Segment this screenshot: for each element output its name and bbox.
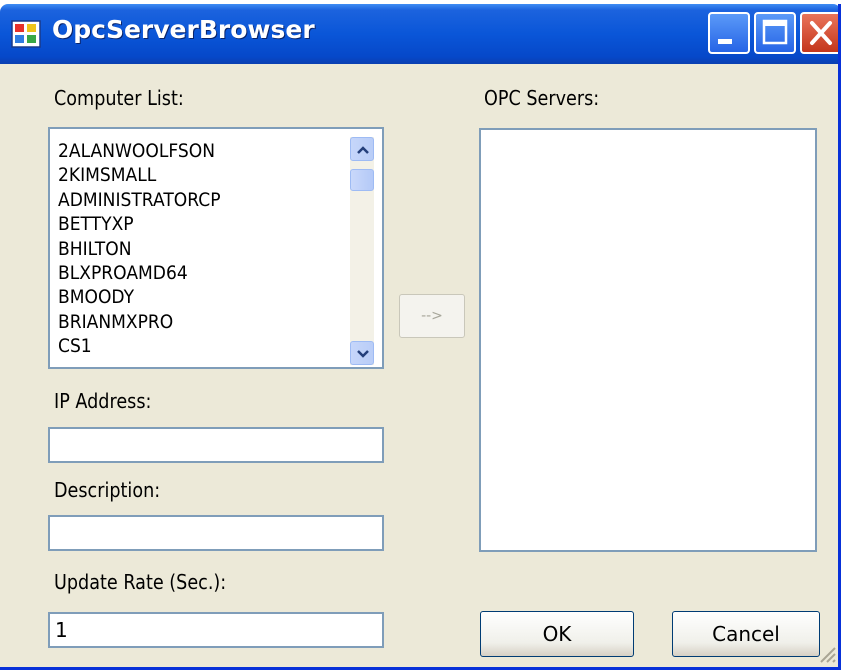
computer-list[interactable]: 2ALANWOOLFSON 2KIMSMALL ADMINISTRATORCP BET…	[48, 127, 384, 369]
opc-servers-label: OPC Servers:	[484, 86, 600, 110]
computer-list-item[interactable]: 2KIMSMALL	[58, 163, 221, 187]
description-input[interactable]	[48, 515, 384, 551]
minimize-icon	[718, 39, 732, 44]
opc-servers-list[interactable]	[479, 128, 817, 552]
computer-list-item[interactable]: BMOODY	[58, 285, 221, 309]
computer-list-item[interactable]: ADMINISTRATORCP	[58, 188, 221, 212]
maximize-button[interactable]	[754, 12, 796, 54]
computer-list-scrollbar[interactable]	[350, 137, 374, 365]
ip-address-label: IP Address:	[54, 389, 152, 413]
scroll-up-button[interactable]	[350, 137, 374, 161]
scroll-down-button[interactable]	[350, 341, 374, 365]
computer-list-item[interactable]: BLXPROAMD64	[58, 261, 221, 285]
app-icon	[11, 20, 41, 48]
window-title: OpcServerBrowser	[52, 15, 315, 44]
update-rate-label: Update Rate (Sec.):	[54, 570, 227, 594]
title-bar[interactable]: OpcServerBrowser	[0, 4, 841, 64]
scroll-thumb[interactable]	[350, 169, 374, 191]
close-icon	[810, 21, 832, 45]
add-server-arrow-button[interactable]: -->	[399, 294, 465, 338]
chevron-down-icon	[357, 350, 369, 358]
computer-list-item[interactable]: CS1	[58, 334, 221, 358]
computer-list-item[interactable]: BRIANMXPRO	[58, 310, 221, 334]
computer-list-item[interactable]: BHILTON	[58, 237, 221, 261]
computer-list-item[interactable]: BETTYXP	[58, 212, 221, 236]
chevron-up-icon	[357, 146, 369, 154]
description-label: Description:	[54, 478, 161, 502]
resize-grip-icon[interactable]	[813, 640, 837, 664]
computer-list-items: 2ALANWOOLFSON 2KIMSMALL ADMINISTRATORCP BET…	[58, 139, 239, 359]
update-rate-input[interactable]: 1	[48, 612, 384, 648]
minimize-button[interactable]	[708, 12, 750, 54]
computer-list-label: Computer List:	[54, 86, 184, 110]
close-button[interactable]	[800, 12, 841, 54]
opc-server-browser-window: OpcServerBrowser Computer List: OPC Serv…	[0, 0, 841, 670]
computer-list-item[interactable]: 2ALANWOOLFSON	[58, 139, 221, 163]
cancel-button[interactable]: Cancel	[672, 611, 820, 657]
maximize-icon	[762, 19, 788, 45]
ip-address-input[interactable]	[48, 427, 384, 463]
ok-button[interactable]: OK	[480, 611, 634, 657]
